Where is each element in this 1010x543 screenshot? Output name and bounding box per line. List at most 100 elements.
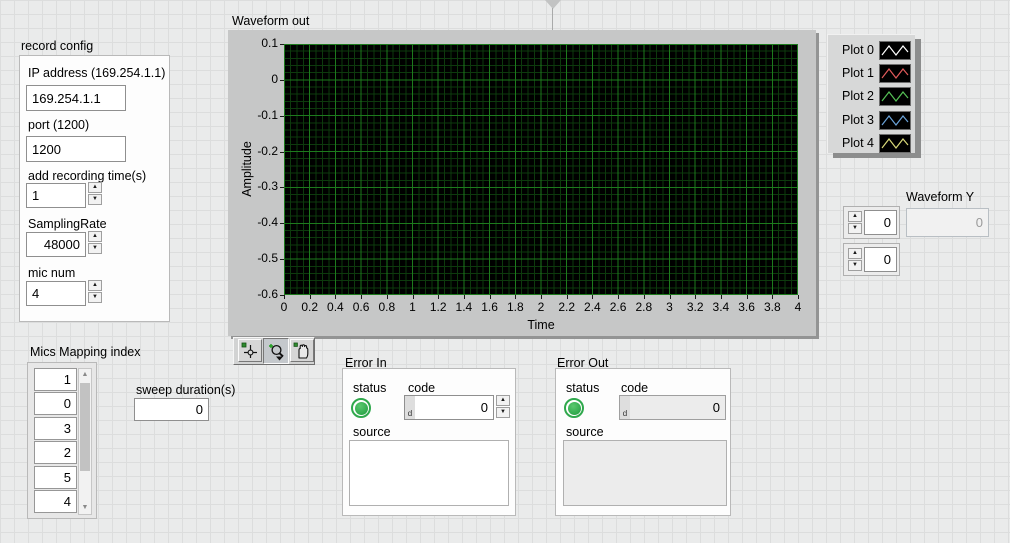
array-element-input[interactable]: 5 [34, 466, 77, 489]
increment-button[interactable]: ▲ [496, 395, 510, 406]
increment-button[interactable]: ▲ [88, 231, 102, 242]
mics-mapping-array: ▲ ▼ 103254 [27, 362, 97, 519]
x-tick-label: 0.4 [327, 300, 344, 314]
y-tick-label: -0.4 [228, 215, 278, 229]
array-element-input[interactable]: 2 [34, 441, 77, 464]
y-tick-label: 0 [228, 72, 278, 86]
error-in-code-input[interactable]: 0 [404, 395, 494, 420]
sampling-rate-input[interactable]: 48000 [26, 232, 86, 257]
decrement-button[interactable]: ▼ [88, 292, 102, 303]
x-tick-mark [284, 295, 285, 299]
pane-splitter-line[interactable] [552, 8, 553, 30]
scroll-up-arrow-icon[interactable]: ▲ [79, 369, 91, 381]
decrement-button[interactable]: ▼ [848, 223, 862, 234]
x-tick-mark [567, 295, 568, 299]
add-recording-time-input[interactable]: 1 [26, 183, 86, 208]
index-value-input[interactable]: 0 [864, 247, 897, 272]
x-tick-label: 1.4 [456, 300, 473, 314]
x-tick-mark [413, 295, 414, 299]
pane-splitter-handle[interactable] [545, 0, 561, 9]
increment-button[interactable]: ▲ [848, 248, 862, 259]
legend-item[interactable]: Plot 2 [828, 86, 916, 108]
port-input[interactable]: 1200 [26, 136, 126, 162]
ip-address-input[interactable]: 169.254.1.1 [26, 85, 126, 111]
waveform-plot-area[interactable] [284, 44, 798, 295]
x-tick-label: 1.2 [430, 300, 447, 314]
x-tick-label: 0.2 [301, 300, 318, 314]
y-tick-mark [280, 44, 284, 45]
error-out-source-indicator [563, 440, 727, 506]
labview-front-panel: record config IP address (169.254.1.1) 1… [0, 0, 1010, 543]
zigzag-line-icon [880, 135, 910, 152]
error-out-code-indicator: 0 [619, 395, 726, 420]
x-tick-label: 0 [281, 300, 288, 314]
y-tick-mark [280, 295, 284, 296]
x-tick-label: 2.2 [558, 300, 575, 314]
sweep-duration-label: sweep duration(s) [136, 383, 235, 397]
x-tick-mark [695, 295, 696, 299]
x-tick-mark [772, 295, 773, 299]
x-tick-label: 3 [666, 300, 673, 314]
scrollbar-thumb[interactable] [80, 383, 90, 471]
decrement-button[interactable]: ▼ [848, 260, 862, 271]
sweep-duration-input[interactable]: 0 [134, 398, 209, 421]
graph-palette [233, 337, 315, 365]
x-tick-mark [490, 295, 491, 299]
error-in-status-led[interactable] [351, 398, 371, 418]
decrement-button[interactable]: ▼ [496, 407, 510, 418]
x-tick-label: 2.6 [610, 300, 627, 314]
legend-item[interactable]: Plot 3 [828, 110, 916, 132]
x-tick-label: 4 [795, 300, 802, 314]
increment-button[interactable]: ▲ [88, 280, 102, 291]
legend-plot-sample[interactable] [879, 134, 911, 153]
array-element-input[interactable]: 1 [34, 368, 77, 391]
radix-indicator[interactable]: d [405, 396, 415, 419]
waveform-y-label: Waveform Y [906, 190, 974, 204]
array-element-input[interactable]: 4 [34, 490, 77, 513]
legend-item[interactable]: Plot 4 [828, 133, 916, 155]
decrement-button[interactable]: ▼ [88, 194, 102, 205]
x-tick-mark [515, 295, 516, 299]
add-recording-time-stepper: ▲ ▼ [88, 182, 102, 205]
x-tick-mark [361, 295, 362, 299]
array-scrollbar[interactable]: ▲ ▼ [78, 368, 92, 515]
error-out-code-label: code [621, 381, 648, 395]
increment-button[interactable]: ▲ [88, 182, 102, 193]
magnifier-icon [267, 342, 286, 361]
legend-plot-sample[interactable] [879, 64, 911, 83]
y-tick-label: -0.2 [228, 144, 278, 158]
legend-plot-sample[interactable] [879, 87, 911, 106]
increment-button[interactable]: ▲ [848, 211, 862, 222]
record-config-label: record config [21, 39, 93, 53]
error-in-source-input[interactable] [349, 440, 509, 506]
x-tick-label: 1.6 [481, 300, 498, 314]
scroll-down-arrow-icon[interactable]: ▼ [79, 502, 91, 514]
legend-item[interactable]: Plot 1 [828, 63, 916, 85]
error-in-source-label: source [353, 425, 391, 439]
legend-plot-name: Plot 4 [830, 136, 874, 150]
x-tick-label: 3.4 [713, 300, 730, 314]
zoom-tool-button[interactable] [263, 338, 289, 364]
x-tick-label: 1 [409, 300, 416, 314]
error-in-cluster: status code 0 d ▲ ▼ source [342, 368, 516, 516]
x-tick-mark [798, 295, 799, 299]
decrement-button[interactable]: ▼ [88, 243, 102, 254]
waveform-chart-title: Waveform out [232, 14, 309, 28]
index-value-input[interactable]: 0 [864, 210, 897, 235]
x-tick-mark [670, 295, 671, 299]
error-out-source-label: source [566, 425, 604, 439]
pan-tool-button[interactable] [290, 339, 314, 362]
cursor-tool-button[interactable] [238, 339, 262, 362]
y-tick-label: -0.6 [228, 287, 278, 301]
legend-plot-sample[interactable] [879, 111, 911, 130]
legend-plot-sample[interactable] [879, 41, 911, 60]
mic-num-input[interactable]: 4 [26, 281, 86, 306]
x-tick-label: 0.6 [353, 300, 370, 314]
radix-indicator: d [620, 396, 630, 419]
y-tick-label: -0.1 [228, 108, 278, 122]
x-tick-label: 3.8 [764, 300, 781, 314]
array-element-input[interactable]: 0 [34, 392, 77, 415]
array-element-input[interactable]: 3 [34, 417, 77, 440]
crosshair-icon [241, 342, 259, 360]
legend-item[interactable]: Plot 0 [828, 40, 916, 62]
